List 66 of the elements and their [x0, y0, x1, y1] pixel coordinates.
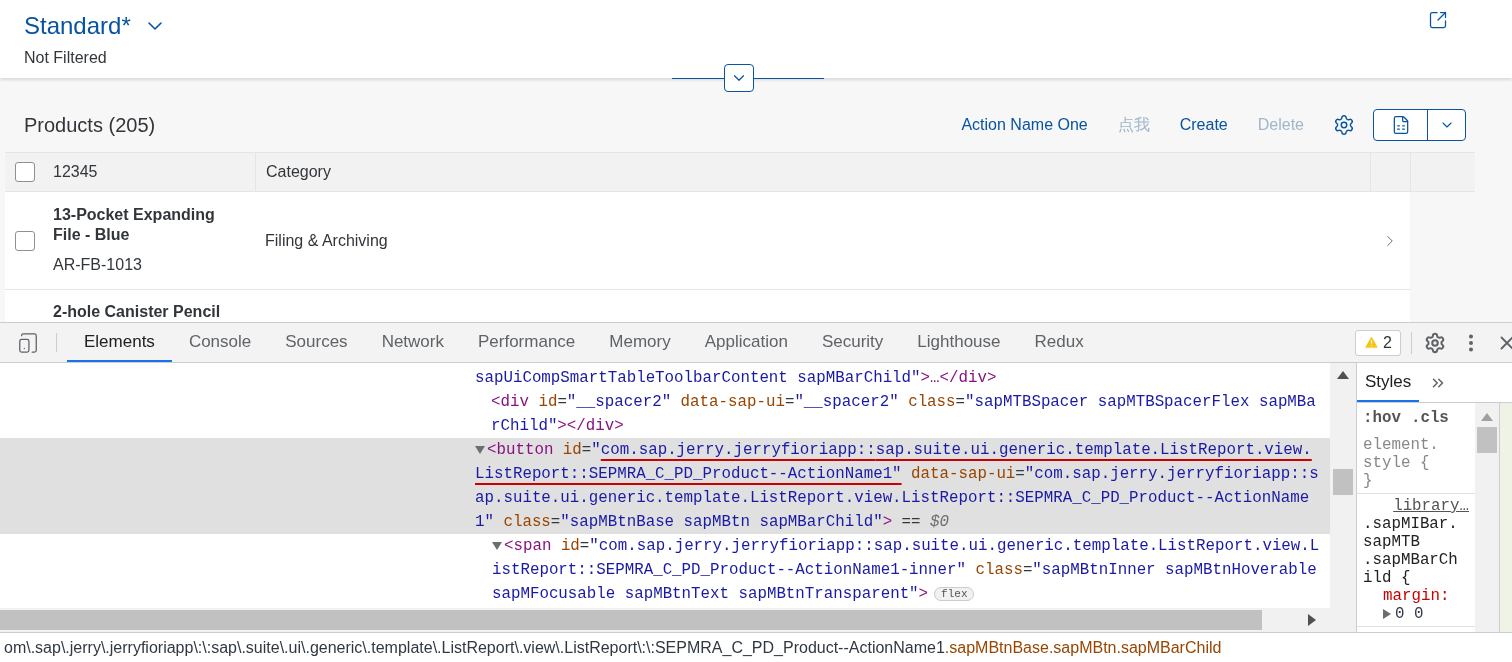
share-icon[interactable]: [1428, 10, 1448, 30]
warnings-badge[interactable]: 2: [1355, 329, 1401, 356]
scrollbar-thumb[interactable]: [1333, 469, 1353, 495]
code-line: ap.suite.ui.generic.template.ListReport.view.ListReport::SEPMRA_C_PD_Product--ActionName: [475, 488, 1310, 509]
code-line: <span id="com.sap.jerry.jerryfioriapp::sap.suite.ui.generic.template.ListReport.view.L: [504, 536, 1320, 557]
styles-tab[interactable]: Styles: [1357, 363, 1420, 402]
code-line: rChild"></div>: [491, 416, 624, 437]
category-cell-text: Filing & Archiving: [265, 230, 388, 251]
devtools-tab[interactable]: Console: [171, 323, 269, 362]
devtools-tab[interactable]: Security: [804, 323, 901, 362]
expanded-triangle-icon[interactable]: [475, 445, 485, 455]
vertical-scrollbar[interactable]: [1475, 403, 1499, 632]
scrollbar-thumb[interactable]: [1477, 427, 1497, 453]
vertical-scrollbar[interactable]: [1330, 363, 1356, 608]
code-line: <div id="__spacer2" data-sap-ui="__spacer2" class="sapMTBSpacer sapMTBSpacerFlex sapMBa: [491, 392, 1316, 413]
style-rule-text: element.: [1363, 436, 1440, 454]
scroll-up-icon[interactable]: [1337, 371, 1349, 379]
style-rule-text: style {: [1363, 454, 1431, 472]
product-name: 13-Pocket Expanding File - Blue: [53, 204, 216, 245]
styles-filter[interactable]: .cls: [1410, 409, 1449, 427]
scroll-right-icon[interactable]: [1308, 614, 1316, 626]
devtools-tab[interactable]: Redux: [1017, 323, 1101, 362]
column-header: Category: [266, 162, 331, 182]
styles-filter[interactable]: :hov: [1363, 409, 1401, 427]
toolbar-action[interactable]: Create: [1164, 113, 1243, 137]
code-line: ListReport::SEPMRA_C_PD_Product--ActionName1" data-sap-ui="com.sap.jerry.jerryfioriapp::s: [475, 464, 1319, 485]
devtools-tab[interactable]: Application: [687, 323, 805, 362]
toolbar-action[interactable]: Action Name One: [946, 113, 1103, 137]
export-split-button[interactable]: [1373, 109, 1466, 141]
code-line: <button id="com.sap.jerry.jerryfioriapp::sap.suite.ui.generic.template.ListReport.view.: [487, 440, 1312, 461]
source-link[interactable]: library…: [1363, 497, 1469, 515]
code-line: istReport::SEPMRA_C_PD_Product--ActionName1-inner" class="sapMBtnInner sapMBtnHoverable: [492, 560, 1317, 581]
settings-icon[interactable]: [1424, 331, 1446, 354]
dom-breadcrumb[interactable]: om\.sap\.jerry\.jerryfioriapp\:\:sap\.suite\.ui\.generic\.template\.ListReport\.view\.ListReport\:\:SEPMRA_C_PD_Product--ActionName1.sapMBtnBase.sapMBtn.sapMBarChild: [0, 635, 1222, 660]
style-rule-text: ild {: [1363, 569, 1412, 587]
devtools-tab[interactable]: Lighthouse: [900, 323, 1018, 362]
device-toolbar-icon[interactable]: [17, 331, 39, 354]
code-line: sapUiCompSmartTableToolbarContent sapMBarChild">…</div>: [475, 368, 997, 389]
horizontal-scrollbar[interactable]: [0, 608, 1356, 632]
style-value: 0 0: [1395, 605, 1424, 623]
style-rule-text: .sapMBarCh: [1363, 551, 1459, 569]
expanded-triangle-icon[interactable]: [492, 541, 502, 551]
devtools-tab[interactable]: Elements: [67, 323, 172, 362]
product-name: 2-hole Canister Pencil: [53, 302, 222, 322]
checkbox[interactable]: [15, 230, 35, 251]
collapsed-triangle-icon[interactable]: [1383, 609, 1391, 619]
product-id: AR-FB-1013: [53, 254, 143, 275]
filter-status: Not Filtered: [24, 48, 108, 68]
style-rule-text: sapMTB: [1363, 533, 1421, 551]
scrollbar-thumb[interactable]: [0, 610, 1262, 630]
collapse-header-button[interactable]: [724, 64, 754, 92]
column-header: 12345: [53, 162, 98, 182]
code-line: sapMFocusable sapMBtnText sapMBtnTransparent"> flex: [492, 582, 975, 606]
table-title: Products (205): [24, 113, 156, 138]
devtools-tab[interactable]: Memory: [592, 323, 688, 362]
checkbox[interactable]: [15, 162, 35, 182]
settings-icon[interactable]: [1333, 114, 1355, 136]
warning-icon: [1364, 335, 1380, 350]
devtools-tab[interactable]: Performance: [461, 323, 593, 362]
style-property: margin:: [1382, 587, 1451, 605]
devtools-tab[interactable]: Network: [364, 323, 461, 362]
variant-selector[interactable]: Standard*: [24, 10, 167, 42]
devtools-tab[interactable]: Sources: [268, 323, 365, 362]
style-rule-text: }: [1363, 472, 1374, 490]
code-line: 1" class="sapMBtnBase sapMBtn sapMBarChild"> == $0: [475, 512, 950, 533]
style-rule-text: .sapMIBar.: [1363, 515, 1459, 533]
